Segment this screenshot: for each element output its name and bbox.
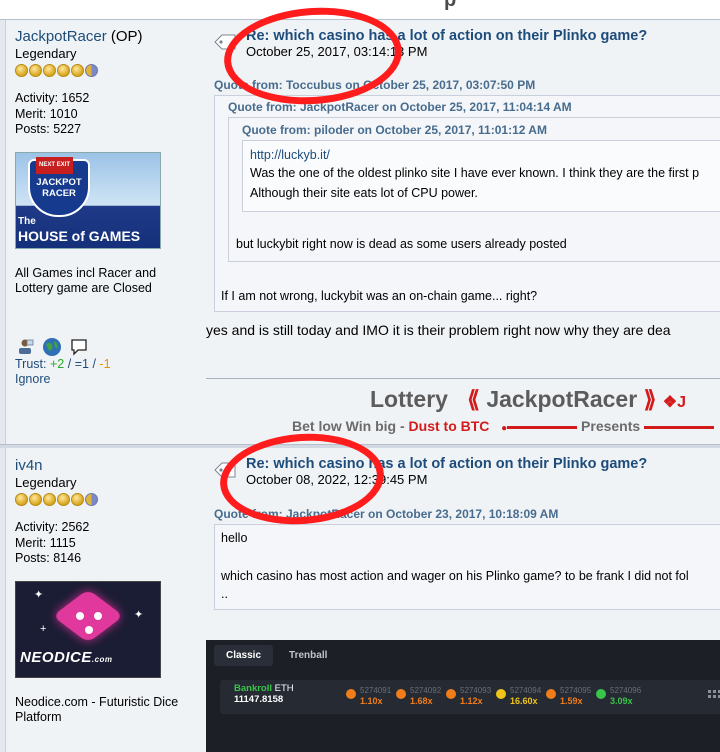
- avatar-brand: NEODICE.com: [20, 648, 113, 666]
- merit: Merit: 1010: [15, 106, 78, 121]
- round-id: 5274093: [460, 686, 492, 695]
- rank-star-icon: [29, 493, 42, 506]
- rank-half-star-icon: [85, 493, 98, 506]
- round-multiplier: 3.09x: [610, 696, 633, 706]
- quote-text: Was the one of the oldest plinko site I …: [250, 166, 700, 180]
- ignore-link[interactable]: Ignore: [15, 372, 205, 388]
- personal-text: Neodice.com - Futuristic Dice Platform: [15, 694, 179, 725]
- quote-link[interactable]: http://luckyb.it/: [250, 148, 330, 162]
- quote-header[interactable]: Quote from: JackpotRacer on October 25, …: [228, 100, 572, 114]
- round-multiplier: 1.68x: [410, 696, 433, 706]
- signature-divider: [206, 378, 720, 379]
- quote-text: but luckybit right now is dead as some u…: [236, 237, 567, 251]
- grid-icon: [708, 690, 720, 698]
- quote-header[interactable]: Quote from: JackpotRacer on October 23, …: [214, 507, 558, 521]
- op-label: (OP): [110, 28, 143, 45]
- post-date: October 25, 2017, 03:14:13 PM: [246, 44, 428, 59]
- round-dot-icon: [346, 689, 356, 699]
- rank-star-icon: [43, 493, 56, 506]
- post-count: Posts: 8146: [15, 551, 82, 565]
- round-dot-icon: [446, 689, 456, 699]
- merit: Merit: 1115: [15, 535, 76, 550]
- poster-info: iv4n Legendary Activity: 2562 Merit: 111…: [15, 448, 205, 726]
- avatar-caption: The HOUSE of GAMES: [18, 215, 141, 244]
- round-id: 5274092: [410, 686, 442, 695]
- quote-box: [214, 524, 720, 610]
- rank-star-icon: [15, 493, 28, 506]
- username-link[interactable]: JackpotRacer: [15, 28, 107, 45]
- rank-star-icon: [43, 64, 56, 77]
- post-body: yes and is still today and IMO it is the…: [206, 322, 671, 338]
- rank-star-icon: [57, 64, 70, 77]
- round-id: 5274095: [560, 686, 592, 695]
- post-2: iv4n Legendary Activity: 2562 Merit: 111…: [5, 448, 720, 752]
- game-tabs: Classic Trenball: [206, 640, 720, 670]
- trust-score[interactable]: Trust: +2 / =1 / -1: [15, 357, 205, 373]
- activity: Activity: 1652: [15, 91, 90, 105]
- quote-text: hello: [221, 531, 248, 545]
- username-link[interactable]: iv4n: [15, 457, 43, 474]
- top-fragment: p: [444, 0, 457, 11]
- quote-text: ..: [221, 587, 228, 601]
- user-stats: Activity: 1652 Merit: 1010 Posts: 5227: [15, 91, 205, 138]
- round-id: 5274094: [510, 686, 542, 695]
- message-icon[interactable]: [69, 337, 89, 357]
- avatar-next-exit: NEXT EXIT: [36, 156, 74, 174]
- view-profile-icon[interactable]: [15, 337, 35, 357]
- tab-trenball: Trenball: [289, 649, 328, 661]
- signature-redline: [644, 425, 715, 429]
- round-dot-icon: [496, 689, 506, 699]
- post-subject[interactable]: Re: which casino has a lot of action on …: [246, 456, 647, 472]
- round-id: 5274091: [360, 686, 392, 695]
- post-1: JackpotRacer (OP) Legendary Activity: 16…: [5, 20, 720, 444]
- profile-icons: [15, 337, 205, 357]
- rank-star-icon: [57, 493, 70, 506]
- signature-tagline[interactable]: Bet low Win big - Dust to BTC ● Presents: [292, 418, 715, 434]
- avatar-dice-icon: [52, 588, 124, 643]
- website-globe-icon[interactable]: [42, 337, 62, 357]
- round-multiplier: 1.10x: [360, 696, 383, 706]
- avatar: ✦ ✦ + NEODICE.com: [15, 580, 161, 678]
- poster-info: JackpotRacer (OP) Legendary Activity: 16…: [15, 20, 205, 388]
- quote-header[interactable]: Quote from: Toccubus on October 25, 2017…: [214, 78, 535, 92]
- quote-header[interactable]: Quote from: piloder on October 25, 2017,…: [242, 123, 547, 137]
- post-count: Posts: 5227: [15, 122, 82, 136]
- round-multiplier: 1.12x: [460, 696, 483, 706]
- signature-redline: [507, 425, 578, 429]
- activity: Activity: 2562: [15, 520, 90, 534]
- round-multiplier: 1.59x: [560, 696, 583, 706]
- rank-half-star-icon: [85, 64, 98, 77]
- quote-text: Although their site eats lot of CPU powe…: [250, 186, 478, 200]
- round-dot-icon: [396, 689, 406, 699]
- round-dot-icon: [546, 689, 556, 699]
- embedded-game-screenshot: Classic Trenball Bankroll ETH 11147.8158…: [206, 640, 720, 752]
- bankroll: Bankroll ETH 11147.8158: [234, 683, 294, 705]
- rank-star-icon: [15, 64, 28, 77]
- post-tag-icon: [214, 462, 236, 478]
- round-dot-icon: [596, 689, 606, 699]
- quote-text: If I am not wrong, luckybit was an on-ch…: [221, 289, 538, 303]
- rank-star-icon: [29, 64, 42, 77]
- personal-text: All Games incl Racer and Lottery game ar…: [15, 265, 157, 296]
- round-multiplier: 16.60x: [510, 696, 538, 706]
- round-id: 5274096: [610, 686, 642, 695]
- rank-star-icon: [71, 493, 84, 506]
- post-subject[interactable]: Re: which casino has a lot of action on …: [246, 28, 647, 44]
- rank-stars: [15, 493, 205, 506]
- rank-star-icon: [71, 64, 84, 77]
- tab-classic: Classic: [214, 644, 274, 666]
- rank-label: Legendary: [15, 475, 77, 490]
- post-date: October 08, 2022, 12:39:45 PM: [246, 472, 428, 487]
- signature-banner[interactable]: Lottery ⟪ JackpotRacer ⟫ ❖J: [370, 386, 686, 413]
- avatar: JACKPOT RACER NEXT EXIT The HOUSE of GAM…: [15, 151, 161, 249]
- quote-text: which casino has most action and wager o…: [221, 569, 689, 583]
- post-tag-icon: [214, 34, 236, 50]
- user-stats: Activity: 2562 Merit: 1115 Posts: 8146: [15, 520, 205, 567]
- rank-stars: [15, 64, 205, 77]
- rank-label: Legendary: [15, 46, 77, 61]
- top-strip: p: [0, 0, 720, 20]
